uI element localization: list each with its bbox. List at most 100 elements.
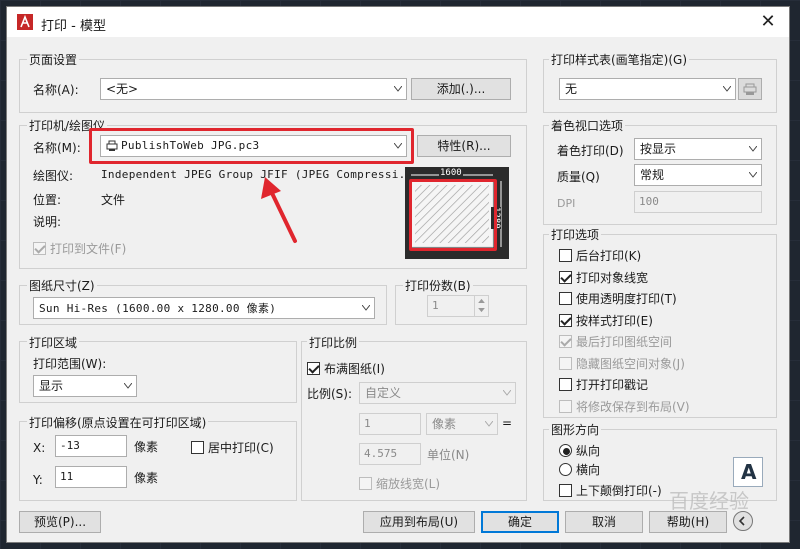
spin-up-icon [478,298,485,303]
preview-width-label: 1600 [439,168,463,178]
center-plot-label: 居中打印(C) [208,441,274,455]
paper-size-select[interactable]: Sun Hi-Res (1600.00 x 1280.00 像素) [33,297,375,319]
title-bar: 打印 - 模型 ✕ [7,7,789,37]
offset-x-input[interactable]: -13 [55,435,127,457]
scale-unit-value: 像素 [432,417,457,431]
printer-properties-button[interactable]: 特性(R)... [417,135,511,157]
plot-option-label: 打印对象线宽 [576,271,649,285]
edit-plot-style-button[interactable] [738,78,762,100]
plot-style-title: 打印样式表(画笔指定)(G) [549,51,690,68]
plot-option-checkbox[interactable]: 打开打印戳记 [559,376,648,393]
print-dialog: 打印 - 模型 ✕ 页面设置 名称(A): <无> 添加(.)... 打印机/绘… [6,6,790,543]
plot-option-label: 使用透明度打印(T) [576,292,677,306]
page-setup-title: 页面设置 [27,51,80,68]
portrait-label: 纵向 [576,444,601,458]
scale-select[interactable]: 自定义 [359,382,516,404]
plot-option-checkbox[interactable]: 打印对象线宽 [559,269,648,286]
dpi-value: 100 [639,195,659,208]
printer-name-label: 名称(M): [33,141,81,155]
location-value: 文件 [101,193,126,207]
close-button[interactable]: ✕ [757,11,779,33]
scale-label: 比例(S): [307,387,353,401]
plot-option-label: 后台打印(K) [576,249,642,263]
plot-option-checkbox[interactable]: 将修改保存到布局(V) [559,398,690,415]
quality-label: 质量(Q) [557,170,600,184]
offset-x-unit: 像素 [134,440,159,454]
help-button[interactable]: 帮助(H) [649,511,727,533]
expand-options-button[interactable] [733,511,753,531]
paper-size-title: 图纸尺寸(Z) [27,277,97,294]
chevron-left-icon [738,516,745,526]
plot-style-select[interactable]: 无 [559,78,736,100]
scale-denominator-input[interactable]: 4.575 [359,443,421,465]
plot-offset-group [19,421,297,501]
offset-y-label: Y: [33,473,43,487]
plotter-label: 绘图仪: [33,169,74,183]
shade-plot-select[interactable]: 按显示 [634,138,762,160]
scale-lineweights-checkbox[interactable]: 缩放线宽(L) [359,475,440,492]
scale-numerator-value: 1 [364,417,371,430]
print-to-file-checkbox[interactable]: 打印到文件(F) [33,240,126,257]
plot-offset-title: 打印偏移(原点设置在可打印区域) [27,414,209,431]
plot-option-checkbox[interactable]: 后台打印(K) [559,247,641,264]
shaded-viewport-title: 着色视口选项 [549,117,626,134]
plot-range-select[interactable]: 显示 [33,375,137,397]
chevron-down-icon [749,146,757,152]
chevron-down-icon [503,390,511,396]
plot-option-label: 将修改保存到布局(V) [576,400,690,414]
plot-option-checkbox[interactable]: 最后打印图纸空间 [559,333,672,350]
offset-y-input[interactable]: 11 [55,466,127,488]
plot-option-label: 打开打印戳记 [576,378,649,392]
paper-size-value: Sun Hi-Res (1600.00 x 1280.00 像素) [39,302,277,315]
plot-style-value: 无 [565,82,578,96]
shade-plot-value: 按显示 [640,142,677,156]
plot-scale-title: 打印比例 [307,334,360,351]
cancel-button[interactable]: 取消 [565,511,643,533]
quality-value: 常规 [640,168,665,182]
window-title: 打印 - 模型 [41,19,106,34]
plot-option-checkbox[interactable]: 使用透明度打印(T) [559,290,677,307]
copies-title: 打印份数(B) [403,277,473,294]
copies-value: 1 [432,299,439,312]
landscape-label: 横向 [576,463,601,477]
orientation-letter: A [741,460,757,484]
quality-select[interactable]: 常规 [634,164,762,186]
spin-down-icon [478,308,485,313]
landscape-radio[interactable]: 横向 [559,461,600,478]
description-label: 说明: [33,215,62,229]
print-to-file-label: 打印到文件(F) [50,242,127,256]
apply-to-layout-button[interactable]: 应用到布局(U) [363,511,475,533]
scale-denominator-value: 4.575 [364,447,398,460]
copies-input[interactable]: 1 [427,295,489,317]
page-setup-name-select[interactable]: <无> [100,78,407,100]
upside-down-label: 上下颠倒打印(-) [576,484,662,498]
upside-down-checkbox[interactable]: 上下颠倒打印(-) [559,482,662,499]
scale-numerator-input[interactable]: 1 [359,413,421,435]
dpi-input[interactable]: 100 [634,191,762,213]
offset-x-label: X: [33,441,46,455]
scale-unit-select[interactable]: 像素 [426,413,498,435]
offset-x-value: -13 [60,439,80,452]
baidu-watermark: 百度经验 [669,489,749,513]
dpi-label: DPI [557,197,576,210]
scale-value: 自定义 [365,386,402,400]
plot-option-checkbox[interactable]: 隐藏图纸空间对象(J) [559,355,685,372]
chevron-down-icon [723,86,731,92]
center-plot-checkbox[interactable]: 居中打印(C) [191,439,274,456]
scale-equals: = [502,416,513,430]
fit-to-paper-label: 布满图纸(I) [324,362,385,376]
plot-range-label: 打印范围(W): [33,357,107,371]
ok-button[interactable]: 确定 [481,511,559,533]
chevron-down-icon [362,305,370,311]
plot-option-checkbox[interactable]: 按样式打印(E) [559,312,653,329]
plot-option-label: 隐藏图纸空间对象(J) [576,357,685,371]
add-page-setup-button[interactable]: 添加(.)... [411,78,511,100]
portrait-radio[interactable]: 纵向 [559,442,600,459]
chevron-down-icon [749,172,757,178]
copies-spinner[interactable] [474,295,488,317]
fit-to-paper-checkbox[interactable]: 布满图纸(I) [307,360,385,377]
chevron-down-icon [394,86,402,92]
orientation-title: 图形方向 [549,421,602,438]
location-label: 位置: [33,193,62,207]
preview-button[interactable]: 预览(P)... [19,511,101,533]
